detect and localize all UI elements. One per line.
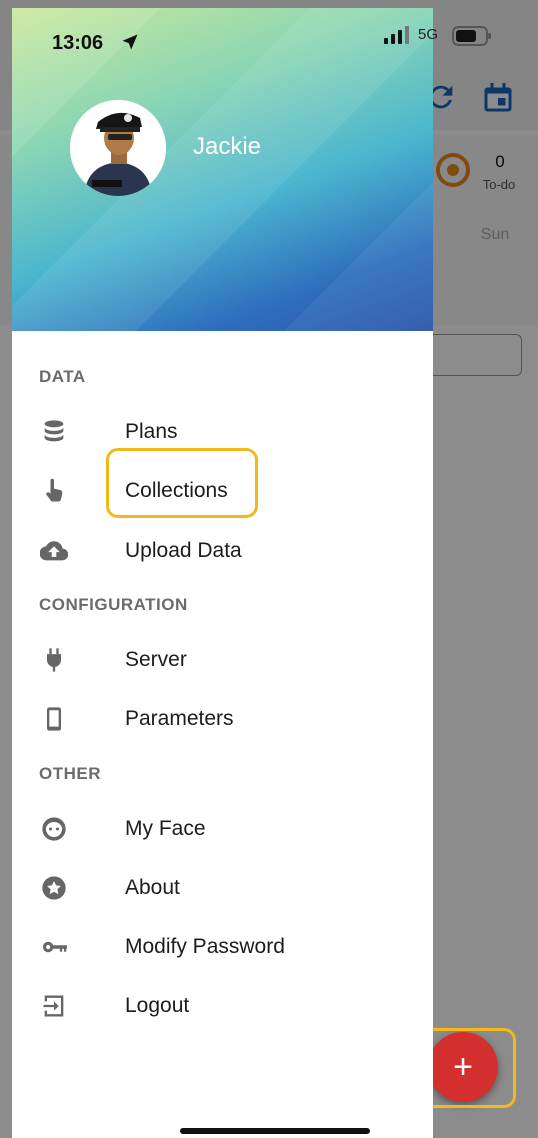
section-title-data: DATA — [39, 367, 86, 386]
cloud-upload-icon — [40, 541, 68, 561]
menu-item-server[interactable]: Server — [12, 634, 433, 686]
menu-item-my-face[interactable]: My Face — [12, 803, 433, 855]
star-circle-icon — [42, 876, 66, 900]
menu-label-parameters: Parameters — [125, 707, 234, 730]
database-icon — [44, 420, 64, 442]
key-icon — [42, 941, 67, 953]
phone-icon — [47, 707, 61, 731]
menu-label-plans: Plans — [125, 420, 178, 443]
logout-icon — [43, 995, 64, 1017]
face-icon — [42, 817, 66, 841]
status-time: 13:06 — [52, 32, 104, 54]
menu-label-modify-password: Modify Password — [125, 935, 285, 958]
menu-item-upload-data[interactable]: Upload Data — [12, 525, 433, 577]
menu-item-logout[interactable]: Logout — [12, 980, 433, 1032]
menu-label-about: About — [125, 876, 180, 899]
navigation-drawer: 13:06 Jackie DATA Plans Collections Uplo… — [12, 8, 433, 1138]
menu-item-parameters[interactable]: Parameters — [12, 693, 433, 745]
security-guard-avatar — [70, 100, 166, 196]
plug-icon — [47, 648, 61, 672]
avatar[interactable] — [70, 100, 166, 196]
menu-label-upload-data: Upload Data — [125, 539, 242, 562]
drawer-header: 13:06 Jackie — [12, 8, 433, 331]
home-indicator — [180, 1128, 370, 1134]
collections-highlight-box — [106, 448, 258, 518]
menu-label-my-face: My Face — [125, 817, 206, 840]
network-label: 5G — [418, 26, 439, 43]
hand-pointer-icon — [45, 478, 63, 502]
user-name: Jackie — [193, 133, 262, 160]
menu-item-modify-password[interactable]: Modify Password — [12, 921, 433, 973]
menu-label-server: Server — [125, 648, 187, 671]
battery-icon — [452, 26, 491, 46]
section-title-configuration: CONFIGURATION — [39, 595, 188, 614]
section-title-other: OTHER — [39, 764, 101, 783]
menu-label-logout: Logout — [125, 994, 190, 1017]
location-arrow-icon — [122, 34, 138, 50]
signal-bars-icon — [384, 26, 409, 44]
menu-item-about[interactable]: About — [12, 862, 433, 914]
